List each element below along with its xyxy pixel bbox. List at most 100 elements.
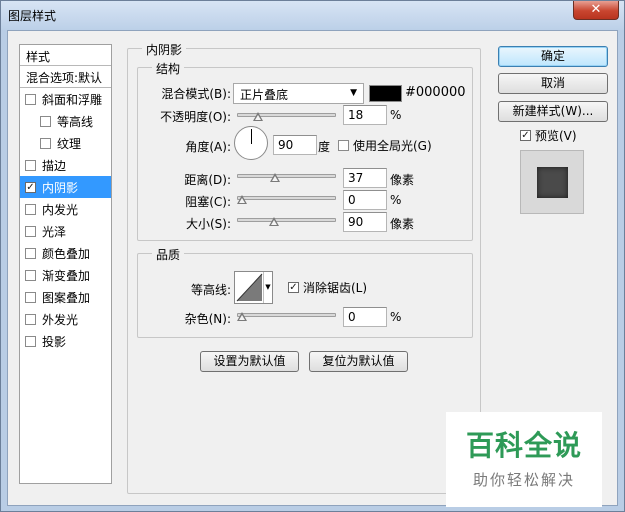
style-item-label: 描边 [42,158,67,173]
distance-slider-thumb[interactable] [269,173,280,182]
noise-label: 杂色(N): [184,312,231,326]
preview-checkbox[interactable]: ✓ 预览(V) [520,127,577,144]
size-unit: 像素 [390,217,415,231]
antialias-checkbox[interactable]: ✓ 消除锯齿(L) [288,279,367,296]
new-style-button[interactable]: 新建样式(W)... [498,101,608,122]
dialog-title: 图层样式 [8,9,57,23]
antialias-box[interactable]: ✓ [288,282,299,293]
dialog-client-area: 样式 混合选项:默认 斜面和浮雕 等高线 纹理 描边 ✓ 内阴影 内发光 光泽 颜色叠加 渐变叠加… [7,30,618,507]
style-item[interactable]: 内发光 [20,198,111,220]
style-item-label: 图案叠加 [42,290,91,305]
style-item-checkbox[interactable] [25,313,36,325]
make-default-button[interactable]: 设置为默认值 [200,351,299,372]
noise-slider-thumb[interactable] [237,312,247,321]
watermark-subtitle: 助你轻松解决 [472,471,575,489]
opacity-slider-thumb[interactable] [253,112,264,121]
style-item-checkbox[interactable] [25,93,36,105]
style-item-checkbox[interactable] [25,335,36,347]
style-item[interactable]: 外发光 [20,308,111,330]
style-item-checkbox[interactable] [25,203,36,215]
chevron-down-icon[interactable]: ▼ [263,272,272,303]
noise-input[interactable]: 0 [343,307,387,327]
blend-mode-value: 正片叠底 [240,88,289,102]
noise-slider-track[interactable] [237,313,336,317]
watermark: 百科全说 助你轻松解决 [446,412,602,507]
styles-header[interactable]: 样式 [20,45,111,66]
style-item-label: 内发光 [42,202,79,217]
preview-swatch [537,167,568,198]
style-item-label: 投影 [42,334,67,349]
blending-options-item[interactable]: 混合选项:默认 [20,66,111,88]
style-item[interactable]: 等高线 [20,110,111,132]
inner-shadow-title: 内阴影 [142,41,187,58]
size-slider-track[interactable] [237,218,336,222]
title-bar[interactable]: 图层样式 ✕ [1,1,624,30]
style-item[interactable]: ✓ 内阴影 [20,176,111,198]
style-item[interactable]: 纹理 [20,132,111,154]
distance-slider-track[interactable] [237,174,336,178]
style-item[interactable]: 投影 [20,330,111,352]
preview-box-check[interactable]: ✓ [520,130,531,141]
quality-group: 品质 等高线: ▼ ✓ 消除锯齿(L) 杂色(N): 0 % [137,246,473,338]
angle-label: 角度(A): [185,140,231,154]
style-item-checkbox[interactable] [40,137,51,149]
global-light-label: 使用全局光(G) [353,139,432,153]
style-item-label: 斜面和浮雕 [42,92,103,107]
style-item-checkbox[interactable] [25,291,36,303]
watermark-title: 百科全说 [465,429,582,462]
opacity-label: 不透明度(O): [160,110,231,124]
preview-label: 预览(V) [535,129,577,143]
style-preview [520,150,584,214]
opacity-input[interactable]: 18 [343,105,387,125]
size-slider-thumb[interactable] [269,217,280,226]
style-item[interactable]: 描边 [20,154,111,176]
opacity-slider-track[interactable] [237,113,336,117]
style-item[interactable]: 光泽 [20,220,111,242]
style-item-checkbox[interactable] [25,247,36,259]
global-light-checkbox[interactable]: 使用全局光(G) [338,137,432,154]
antialias-label: 消除锯齿(L) [303,281,368,295]
angle-needle [251,129,252,144]
choke-slider-thumb[interactable] [237,195,247,204]
noise-unit: % [390,310,402,324]
style-item-label: 纹理 [57,136,82,151]
angle-dial[interactable] [234,126,268,160]
size-input[interactable]: 90 [343,212,387,232]
global-light-box[interactable] [338,140,349,151]
shadow-color-swatch[interactable] [369,85,402,102]
choke-slider-track[interactable] [237,196,336,200]
layer-style-dialog: 图层样式 ✕ 样式 混合选项:默认 斜面和浮雕 等高线 纹理 描边 ✓ 内阴影 内发光 光泽颜… [0,0,625,512]
choke-unit: % [390,193,402,207]
style-item-label: 渐变叠加 [42,268,91,283]
style-item-checkbox[interactable] [40,115,51,127]
style-item[interactable]: 图案叠加 [20,286,111,308]
style-item-checkbox[interactable] [25,159,36,171]
choke-input[interactable]: 0 [343,190,387,210]
contour-curve-icon [236,273,263,302]
style-item-checkbox[interactable] [25,225,36,237]
opacity-unit: % [390,108,402,122]
structure-title: 结构 [152,60,185,77]
distance-label: 距离(D): [184,173,231,187]
style-item[interactable]: 颜色叠加 [20,242,111,264]
choke-label: 阻塞(C): [185,195,231,209]
ok-button[interactable]: 确定 [498,46,608,67]
blend-mode-select[interactable]: 正片叠底 ▼ [233,83,364,104]
distance-input[interactable]: 37 [343,168,387,188]
style-item-label: 等高线 [57,114,94,129]
reset-default-button[interactable]: 复位为默认值 [309,351,408,372]
style-item-label: 颜色叠加 [42,246,91,261]
style-items: 斜面和浮雕等高线纹理描边 ✓ 内阴影内发光光泽颜色叠加渐变叠加图案叠加外发光投影 [20,88,111,352]
style-item-label: 外发光 [42,312,79,327]
shadow-color-hex: #000000 [405,85,466,100]
distance-unit: 像素 [390,173,415,187]
cancel-button[interactable]: 取消 [498,73,608,94]
style-item[interactable]: 斜面和浮雕 [20,88,111,110]
angle-input[interactable]: 90 [273,135,317,155]
size-label: 大小(S): [185,217,231,231]
style-item[interactable]: 渐变叠加 [20,264,111,286]
style-item-checkbox[interactable]: ✓ [25,181,36,193]
style-item-checkbox[interactable] [25,269,36,281]
close-button[interactable]: ✕ [573,1,619,20]
contour-picker[interactable]: ▼ [234,271,273,304]
